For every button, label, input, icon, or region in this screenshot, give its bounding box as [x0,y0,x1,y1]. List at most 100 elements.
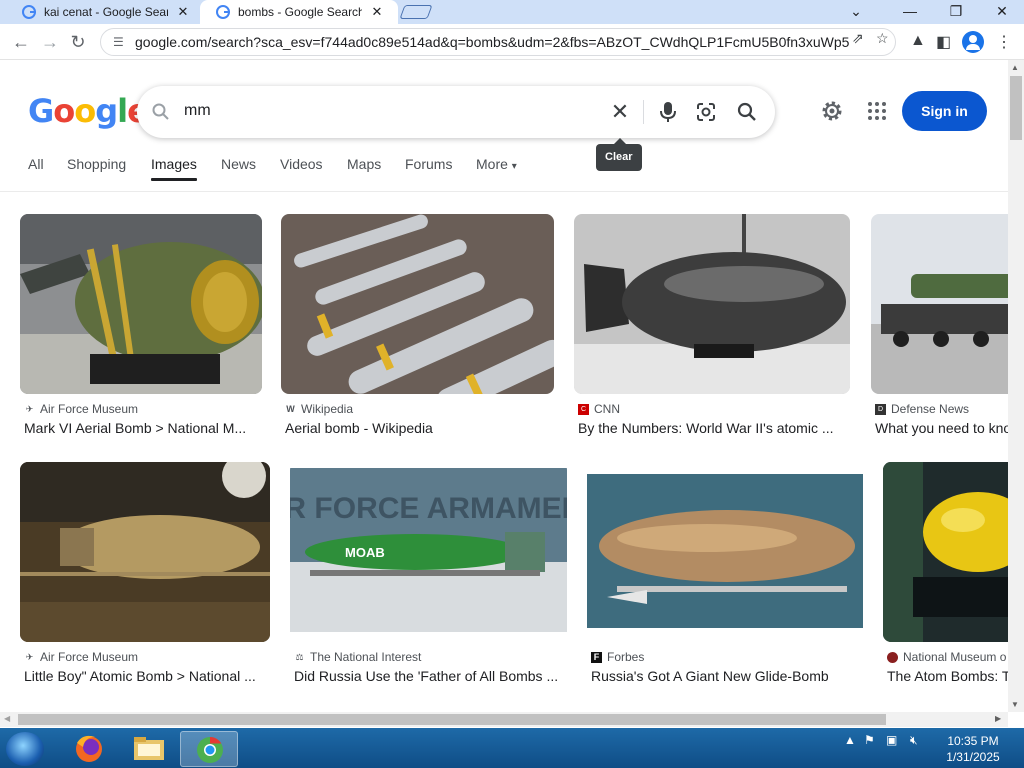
google-apps-grid-icon[interactable] [866,100,888,122]
vertical-scroll-thumb[interactable] [1010,76,1022,140]
result-caption[interactable]: The Atom Bombs: T [887,668,1008,684]
folder-icon [134,737,164,760]
result-source[interactable]: ✈ Air Force Museum [24,650,138,664]
result-source[interactable]: C CNN [578,402,620,416]
settings-gear-icon[interactable] [820,99,844,123]
search-box[interactable]: mm ✕ [137,86,775,138]
logo-letter: o [74,92,96,130]
scroll-down-arrow-icon[interactable]: ▼ [1011,700,1019,709]
windows-start-icon[interactable] [6,732,44,766]
tab-videos[interactable]: Videos [280,156,323,172]
new-tab-button[interactable] [399,5,433,19]
image-result[interactable]: F Forbes Russia's Got A Giant New Glide-B… [587,462,863,688]
microphone-icon[interactable] [657,100,679,124]
result-caption[interactable]: Little Boy" Atomic Bomb > National ... [24,668,266,684]
source-name: Forbes [607,650,645,664]
url-text[interactable]: google.com/search?sca_esv=f744ad0c89e514… [135,34,849,50]
result-thumbnail[interactable] [871,214,1024,394]
browser-tab-kai-cenat[interactable]: kai cenat - Google Search ✕ [22,0,198,24]
tab-more-label: More [476,156,508,172]
result-thumbnail[interactable] [281,214,554,394]
bomb-photo [20,214,262,394]
result-source[interactable]: National Museum o [887,650,1006,664]
restore-icon[interactable]: ❐ [946,3,966,20]
tab-images[interactable]: Images [151,156,197,172]
clock-date[interactable]: 1/31/2025 [940,750,1006,764]
image-result[interactable]: D Defense News What you need to kno [871,214,1024,440]
bomb-photo [871,214,1024,394]
site-info-icon[interactable]: ☰ [113,35,127,49]
back-icon[interactable]: ← [9,30,33,54]
result-source[interactable]: D Defense News [875,402,969,416]
close-window-icon[interactable]: ✕ [992,3,1012,20]
clear-icon[interactable]: ✕ [607,99,633,125]
show-hidden-icons-icon[interactable]: ▲ [844,733,856,747]
image-result[interactable]: AIR FORCE ARMAMENT MOAB ⚖ The National In… [290,462,567,688]
reload-icon[interactable]: ↻ [66,30,90,54]
result-caption[interactable]: Mark VI Aerial Bomb > National M... [24,420,254,436]
horizontal-scroll-thumb[interactable] [18,714,886,725]
image-result[interactable]: W Wikipedia Aerial bomb - Wikipedia [281,214,554,440]
clock-time[interactable]: 10:35 PM [940,734,1006,748]
search-input[interactable]: mm [184,102,211,120]
image-result[interactable]: National Museum o The Atom Bombs: T [883,462,1024,688]
firefox-taskbar-icon[interactable] [60,731,118,767]
result-caption[interactable]: Russia's Got A Giant New Glide-Bomb [591,668,859,684]
tab-search-chevron-icon[interactable]: ⌄ [846,3,866,20]
sign-in-button[interactable]: Sign in [902,91,987,131]
tab-forums[interactable]: Forums [405,156,452,172]
share-icon[interactable]: ⇗ [852,30,864,47]
result-source[interactable]: W Wikipedia [285,402,353,416]
close-tab-icon[interactable]: ✕ [176,4,190,20]
chrome-taskbar-icon[interactable] [180,731,238,767]
volume-muted-icon[interactable]: 🔇︎ [910,733,918,748]
result-caption[interactable]: Aerial bomb - Wikipedia [285,420,550,436]
tab-more[interactable]: More ▾ [476,156,517,172]
result-thumbnail[interactable] [883,462,1024,642]
result-source[interactable]: ⚖ The National Interest [294,650,421,664]
file-explorer-taskbar-icon[interactable] [120,731,178,767]
result-thumbnail[interactable] [20,214,262,394]
image-result[interactable]: ✈ Air Force Museum Mark VI Aerial Bomb > … [20,214,262,440]
national-museum-logo-icon [887,651,898,663]
building-sign-text: AIR FORCE ARMAMENT [290,492,567,525]
result-thumbnail[interactable]: AIR FORCE ARMAMENT MOAB [290,462,567,642]
address-toolbar: ← → ↻ ☰ google.com/search?sca_esv=f744ad… [0,24,1024,60]
browser-tab-bombs[interactable]: bombs - Google Search ✕ [200,0,398,24]
tab-maps[interactable]: Maps [347,156,381,172]
google-logo[interactable]: Google [28,92,149,130]
scroll-left-arrow-icon[interactable]: ◀ [4,714,10,723]
tab-shopping[interactable]: Shopping [67,156,126,172]
close-tab-icon[interactable]: ✕ [370,4,384,20]
result-thumbnail[interactable] [20,462,270,642]
result-thumbnail[interactable] [574,214,850,394]
minimize-icon[interactable]: — [900,3,920,19]
bookmark-star-icon[interactable]: ☆ [876,30,889,47]
vertical-scrollbar[interactable] [1008,60,1024,712]
result-caption[interactable]: By the Numbers: World War II's atomic ..… [578,420,846,436]
menu-kebab-icon[interactable]: ⋮ [996,32,1012,52]
search-submit-icon[interactable] [735,100,759,124]
tab-all[interactable]: All [28,156,44,172]
profile-avatar-icon[interactable] [962,31,984,53]
result-thumbnail[interactable] [587,462,863,642]
image-result[interactable]: C CNN By the Numbers: World War II's atom… [574,214,850,440]
labs-flask-icon[interactable]: ▲ [910,32,926,50]
scroll-up-arrow-icon[interactable]: ▲ [1011,63,1019,72]
source-name: The National Interest [310,650,422,664]
scroll-right-arrow-icon[interactable]: ▶ [995,714,1001,723]
lens-camera-icon[interactable] [695,101,717,123]
result-source[interactable]: F Forbes [591,650,644,664]
address-bar[interactable]: ☰ google.com/search?sca_esv=f744ad0c89e5… [100,28,896,56]
tab-news[interactable]: News [221,156,256,172]
result-caption[interactable]: Did Russia Use the 'Father of All Bombs … [294,668,563,684]
network-icon[interactable]: ▣ [886,733,897,747]
bomb-photo [883,462,1024,642]
action-center-flag-icon[interactable]: ⚑ [864,733,875,747]
forward-icon[interactable]: → [38,30,62,54]
source-name: Air Force Museum [40,650,139,664]
result-caption[interactable]: What you need to kno [875,420,1008,436]
side-panel-icon[interactable]: ◧ [936,32,951,52]
result-source[interactable]: ✈ Air Force Museum [24,402,138,416]
image-result[interactable]: ✈ Air Force Museum Little Boy" Atomic Bom… [20,462,270,688]
